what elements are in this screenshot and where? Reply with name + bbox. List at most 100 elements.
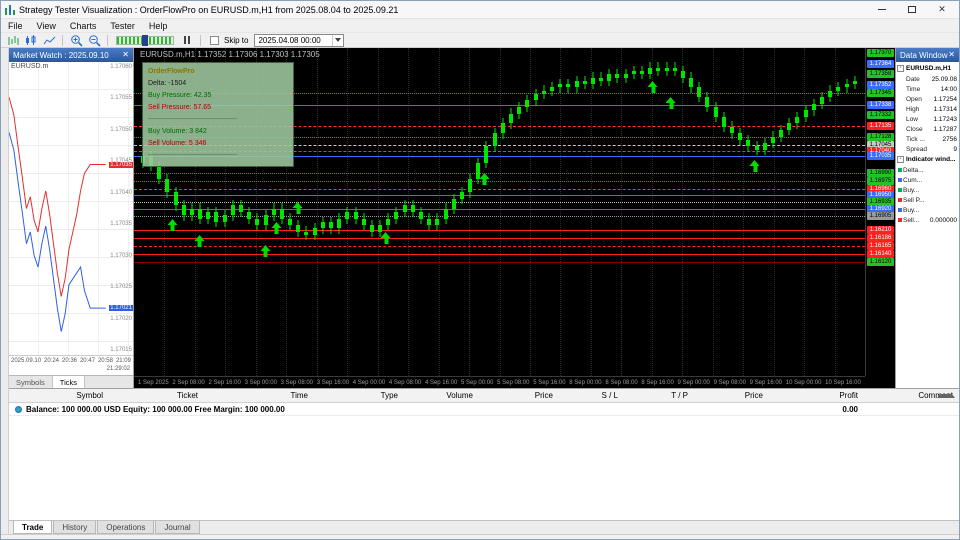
price-tick-label: 1.17025: [107, 284, 132, 290]
close-button[interactable]: ✕: [929, 2, 955, 18]
column-header[interactable]: Price: [479, 391, 559, 400]
candle-body: [599, 78, 603, 81]
column-header[interactable]: Ticket: [109, 391, 204, 400]
time-label: 8 Sep 08:00: [605, 380, 637, 386]
time-label: 2 Sep 08:00: [172, 380, 204, 386]
candle-body: [738, 133, 742, 140]
data-row-label: Spread: [906, 146, 927, 153]
column-header[interactable]: Volume: [404, 391, 479, 400]
candlestick-chart-icon[interactable]: [23, 33, 39, 47]
candle-body: [452, 199, 456, 209]
candle-body: [730, 127, 734, 134]
tab-operations[interactable]: Operations: [97, 521, 154, 534]
combo-dropdown-button[interactable]: [332, 35, 343, 46]
bid-line: [9, 97, 106, 296]
tick-chart-lines: [9, 62, 106, 355]
indicator-tree-node[interactable]: - Indicator wind...: [896, 154, 959, 165]
menu-item[interactable]: View: [30, 19, 63, 32]
orderflow-panel-row: Sell Volume: 5 346: [148, 138, 288, 150]
data-row-label: High: [906, 106, 919, 113]
time-label: 4 Sep 00:00: [353, 380, 385, 386]
time-label: 10 Sep 16:00: [825, 380, 861, 386]
column-header[interactable]: T / P: [624, 391, 694, 400]
candle-body: [247, 212, 251, 219]
zoom-out-icon[interactable]: [86, 33, 102, 47]
symbol-tree-node[interactable]: - EURUSD.m,H1: [896, 63, 959, 74]
skip-to-checkbox[interactable]: [210, 36, 219, 45]
grid-line: [774, 48, 775, 376]
close-icon[interactable]: ✕: [122, 51, 129, 59]
column-header[interactable]: Profit: [769, 391, 864, 400]
collapse-icon[interactable]: -: [897, 65, 904, 72]
toolbar-separator: [62, 35, 63, 46]
buy-arrow-icon: [260, 245, 271, 258]
zoom-in-icon[interactable]: [68, 33, 84, 47]
data-row-value: 25.09.08: [932, 76, 957, 83]
column-header[interactable]: Time: [204, 391, 314, 400]
maximize-button[interactable]: [899, 2, 925, 18]
column-header[interactable]: Price: [694, 391, 769, 400]
speed-slider[interactable]: [116, 36, 174, 45]
data-row: Time 14:00: [896, 84, 959, 94]
trade-panel: SymbolTicketTimeTypeVolumePriceS / LT / …: [9, 388, 959, 534]
chart-price-scale: 1.173701.173641.173581.173521.173451.173…: [865, 48, 895, 376]
minimize-button[interactable]: [869, 2, 895, 18]
time-label: 4 Sep 08:00: [389, 380, 421, 386]
candle-body: [624, 74, 628, 77]
price-tick-label: 1.17015: [107, 347, 132, 353]
tab-ticks[interactable]: Ticks: [53, 376, 85, 388]
price-label: 1.17128: [867, 133, 894, 141]
title-bar: Strategy Tester Visualization : OrderFlo…: [1, 1, 959, 19]
line-chart-icon[interactable]: [41, 33, 57, 47]
candle-body: [427, 219, 431, 226]
menu-item[interactable]: Tester: [103, 19, 142, 32]
candle-body: [640, 71, 644, 74]
data-row: Close 1.17287: [896, 124, 959, 134]
price-label: 1.16120: [867, 258, 894, 266]
candle-body: [828, 91, 832, 98]
price-tick-label: 1.17055: [107, 95, 132, 101]
time-label: 10 Sep 00:00: [786, 380, 822, 386]
candle-body: [771, 137, 775, 144]
tab-symbols[interactable]: Symbols: [9, 376, 53, 388]
time-label: 20:36: [62, 358, 77, 364]
candle-body: [550, 87, 554, 90]
price-label: 1.17345: [867, 89, 894, 97]
data-row-value: 9: [953, 146, 957, 153]
indicator-node-label: Indicator wind...: [906, 156, 955, 163]
series-color-chip: [898, 168, 902, 172]
orderflow-panel-rows: Delta: -1504Buy Pressure: 42.35Sell Pres…: [148, 78, 288, 162]
menu-item[interactable]: File: [1, 19, 30, 32]
time-label: 20:58: [98, 358, 113, 364]
level-line: [134, 189, 865, 190]
column-header[interactable]: S / L: [559, 391, 624, 400]
pause-button[interactable]: [179, 33, 195, 47]
series-color-chip: [898, 188, 902, 192]
collapse-icon[interactable]: -: [897, 156, 904, 163]
close-icon[interactable]: ✕: [948, 51, 955, 59]
speed-slider-handle[interactable]: [142, 35, 148, 46]
data-row-label: Open: [906, 96, 922, 103]
level-line: [134, 230, 865, 231]
tab-history[interactable]: History: [53, 521, 96, 534]
menu-item[interactable]: Help: [142, 19, 175, 32]
time-label: 2 Sep 16:00: [208, 380, 240, 386]
column-header[interactable]: Type: [314, 391, 404, 400]
menu-bar: FileViewChartsTesterHelp: [1, 19, 959, 32]
candle-body: [337, 219, 341, 229]
tab-journal[interactable]: Journal: [155, 521, 199, 534]
scroll-up-icon[interactable]: [937, 394, 955, 398]
main-chart[interactable]: EURUSD.m,H1 1.17352 1.17306 1.17303 1.17…: [134, 48, 895, 388]
indicator-row-label: Cum...: [898, 177, 922, 184]
bar-chart-icon[interactable]: [5, 33, 21, 47]
menu-item[interactable]: Charts: [63, 19, 104, 32]
grid-line: [835, 48, 836, 376]
data-row-value: 1.17314: [934, 106, 958, 113]
price-label: 1.16975: [867, 177, 894, 185]
grid-line: [682, 48, 683, 376]
column-header[interactable]: Symbol: [9, 391, 109, 400]
tab-trade[interactable]: Trade: [13, 521, 52, 534]
skip-date-combobox[interactable]: 2025.04.08 00:00: [254, 34, 344, 47]
candle-body: [820, 97, 824, 104]
time-label: 5 Sep 00:00: [461, 380, 493, 386]
